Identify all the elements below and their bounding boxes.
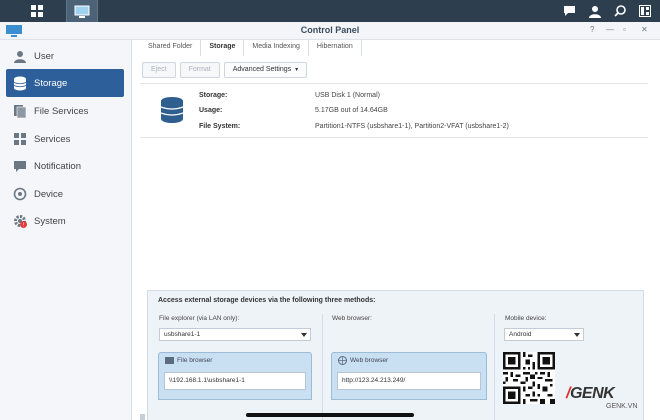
storage-label: Storage: [199,92,228,99]
tab-hibernation[interactable]: Hibernation [309,40,362,56]
web-browser-tab-label: Web browser [350,357,389,364]
tab-media-indexing[interactable]: Media Indexing [244,40,309,56]
sidebar-item-label: User [34,50,55,62]
sidebar-item-services[interactable]: Services [6,125,124,153]
file-services-icon [12,103,28,119]
file-explorer-label: File explorer (via LAN only): [159,315,240,322]
help-icon[interactable]: ? [590,25,594,34]
file-explorer-select[interactable]: usbshare1-1 [159,328,311,341]
chat-button[interactable] [558,0,580,22]
usage-value: 5.17GB out of 14.64GB [315,107,388,114]
sidebar-item-label: File Services [34,105,89,117]
web-browser-window: Web browser http://123.24.213.249/ [331,352,487,400]
file-browser-label: File browser [177,357,213,364]
chevron-down-icon [301,333,307,337]
watermark-logo: /GENK [566,385,615,402]
file-system-value: Partition1-NTFS (usbshare1-1), Partition… [315,123,509,130]
mobile-device-label: Mobile device: [505,315,547,322]
folder-icon [165,357,174,364]
database-icon [160,97,184,123]
usage-label: Usage: [199,107,223,114]
sidebar: User Storage File Services Services Noti… [0,40,132,420]
user-icon [12,48,28,64]
storage-value: USB Disk 1 (Normal) [315,92,380,99]
search-button[interactable] [609,0,631,22]
chevron-down-icon [574,333,580,337]
web-browser-url[interactable]: http://123.24.213.249/ [337,372,481,390]
maximize-icon[interactable]: ▫ [623,25,626,34]
column-divider [322,314,323,420]
home-indicator[interactable] [246,413,414,417]
storage-icon [12,75,28,91]
grid-icon [31,5,43,17]
system-taskbar [0,0,660,22]
control-panel-taskbar-button[interactable] [66,0,98,22]
scrollbar-thumb[interactable] [140,414,145,420]
tab-bar: Shared Folder Storage Media Indexing Hib… [140,40,362,56]
window-title-bar[interactable]: Control Panel ? — ▫ ✕ [0,22,660,40]
format-button[interactable]: Format [179,62,220,78]
device-icon [12,186,28,202]
widgets-icon [639,5,651,17]
toolbar: Eject Format Advanced Settings ▾ [142,62,308,78]
advanced-settings-button[interactable]: Advanced Settings ▾ [223,62,308,78]
tab-shared-folder[interactable]: Shared Folder [140,40,202,56]
divider [140,83,648,84]
sidebar-item-label: Storage [34,77,68,89]
sidebar-item-label: Notification [34,160,81,172]
file-explorer-value: usbshare1-1 [164,331,201,338]
web-browser-label: Web browser: [332,315,372,322]
close-icon[interactable]: ✕ [641,25,648,34]
watermark-url: GENK.VN [606,403,638,410]
system-icon: ! [12,213,28,229]
user-icon [589,5,601,18]
notification-icon [12,158,28,174]
minimize-icon[interactable]: — [606,25,614,34]
qr-code-image [503,352,555,404]
sidebar-item-system[interactable]: ! System [6,207,124,235]
sidebar-item-user[interactable]: User [6,42,124,70]
user-menu-button[interactable] [584,0,606,22]
file-browser-path[interactable]: \\192.168.1.1\usbshare1-1 [164,372,306,390]
svg-text:!: ! [22,222,23,228]
sidebar-item-storage[interactable]: Storage [6,69,124,97]
widgets-button[interactable] [634,0,656,22]
mobile-device-select[interactable]: Android [504,328,584,341]
dropdown-caret-icon: ▾ [295,67,299,73]
advanced-settings-label: Advanced Settings [232,66,292,73]
eject-button[interactable]: Eject [142,62,176,78]
watermark-brand: GENK [569,385,615,402]
sidebar-item-label: System [34,215,66,227]
window-title: Control Panel [300,25,360,35]
file-system-label: File System: [199,123,241,130]
sidebar-item-device[interactable]: Device [6,180,124,208]
divider [140,137,648,138]
mobile-device-value: Android [509,331,532,338]
access-methods-title: Access external storage devices via the … [158,297,376,304]
control-panel-icon [74,5,90,18]
column-divider [494,314,495,420]
sidebar-item-file-services[interactable]: File Services [6,97,124,125]
search-icon [614,5,626,17]
tab-storage[interactable]: Storage [201,40,245,56]
file-browser-window: File browser \\192.168.1.1\usbshare1-1 [158,352,312,400]
globe-icon [338,356,347,365]
services-icon [12,131,28,147]
main-menu-button[interactable] [24,0,50,22]
chat-icon [563,6,575,16]
sidebar-item-label: Device [34,188,64,200]
sidebar-item-label: Services [34,133,71,145]
sidebar-item-notification[interactable]: Notification [6,152,124,180]
